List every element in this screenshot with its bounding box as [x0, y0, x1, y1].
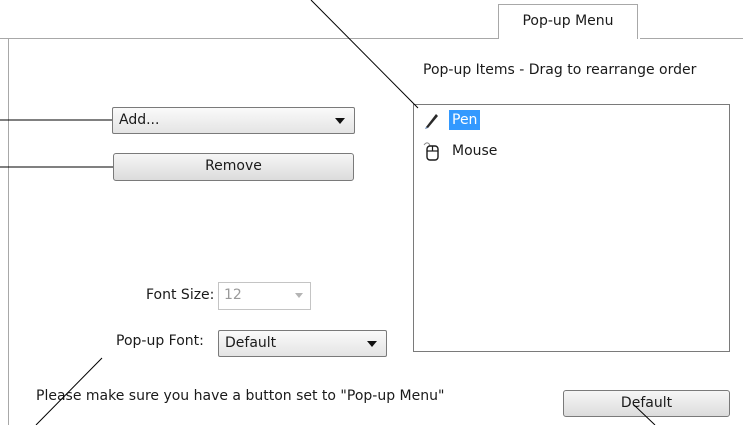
- add-item-select[interactable]: Add...: [112, 107, 355, 134]
- panel-border-left: [8, 38, 9, 425]
- tab-popup-menu[interactable]: Pop-up Menu: [498, 4, 638, 39]
- popup-menu-notice: Please make sure you have a button set t…: [36, 388, 445, 404]
- default-button[interactable]: Default: [563, 390, 730, 417]
- chevron-down-icon: [335, 118, 345, 124]
- popup-items-list[interactable]: Pen Mouse: [413, 104, 730, 352]
- list-item-label: Mouse: [452, 143, 498, 159]
- add-item-select-value: Add...: [119, 112, 160, 128]
- font-size-value: 12: [224, 287, 242, 303]
- chevron-down-icon: [295, 293, 303, 298]
- chevron-down-icon: [367, 341, 377, 347]
- popup-items-heading: Pop-up Items - Drag to rearrange order: [423, 62, 697, 78]
- font-size-label: Font Size:: [146, 287, 215, 303]
- popup-font-select[interactable]: Default: [218, 330, 387, 357]
- panel-border-top: [0, 38, 498, 39]
- remove-button[interactable]: Remove: [113, 153, 354, 181]
- panel-border-top: [640, 38, 743, 39]
- popup-font-label: Pop-up Font:: [116, 333, 204, 349]
- pen-icon: [425, 114, 438, 129]
- font-size-select[interactable]: 12: [218, 282, 311, 310]
- list-item-label: Pen: [449, 110, 481, 130]
- mouse-icon: [423, 142, 439, 161]
- popup-font-value: Default: [225, 335, 277, 351]
